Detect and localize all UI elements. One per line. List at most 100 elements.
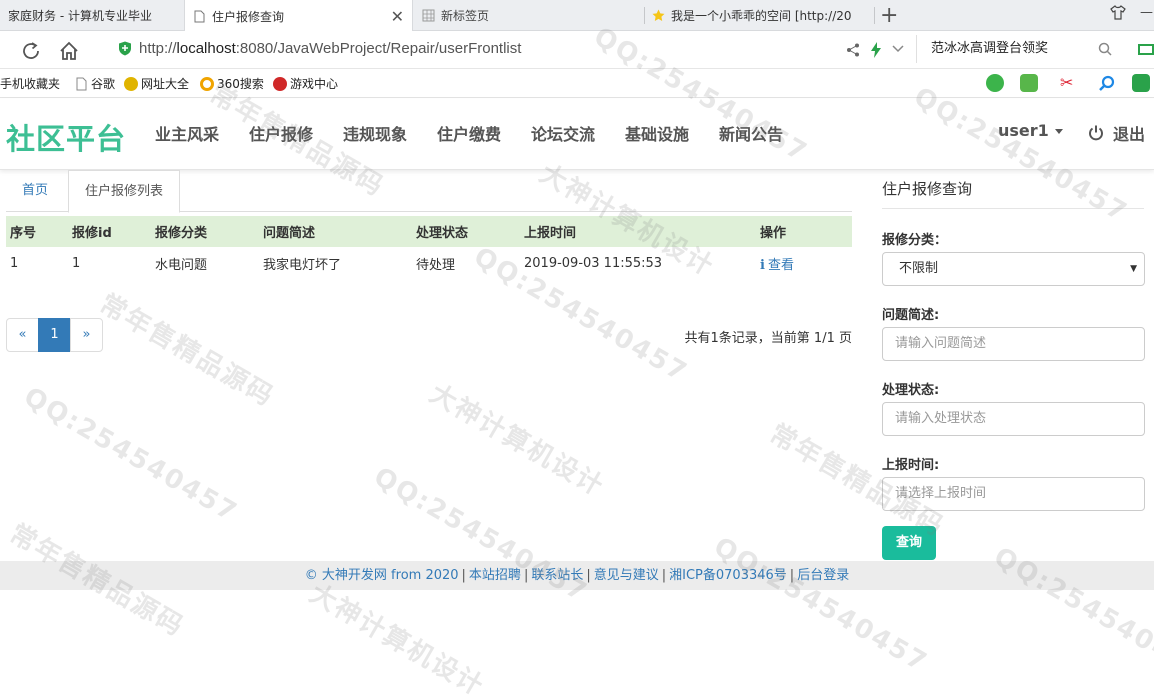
page-icon bbox=[194, 10, 205, 22]
select-arrow-icon: ▼ bbox=[1130, 264, 1137, 274]
watermark: 大神计算机设计 bbox=[424, 378, 610, 503]
nav-owners[interactable]: 业主风采 bbox=[155, 121, 219, 145]
reload-icon[interactable] bbox=[20, 40, 42, 62]
browser-tab-4[interactable]: 我是一个小乖乖的空间 [http://20 bbox=[644, 0, 874, 31]
info-icon: i bbox=[760, 258, 765, 273]
home-icon[interactable] bbox=[58, 40, 80, 62]
url-prefix: http:// bbox=[139, 40, 177, 57]
footer-link-admin[interactable]: 后台登录 bbox=[797, 568, 849, 583]
record-info: 共有1条记录，当前第 1/1 页 bbox=[684, 331, 852, 346]
nav-forum[interactable]: 论坛交流 bbox=[531, 121, 595, 145]
bookmark-label: 游戏中心 bbox=[290, 77, 339, 91]
tab-label: 家庭财务 - 计算机专业毕业 bbox=[8, 9, 152, 23]
caret-down-icon bbox=[1054, 129, 1063, 134]
browser-tab-strip: 家庭财务 - 计算机专业毕业 住户报修查询 ✕ 新标签页 我是一个小乖乖的空间 … bbox=[0, 0, 1154, 32]
col-time: 上报时间 bbox=[520, 216, 756, 247]
game-icon bbox=[273, 76, 287, 91]
footer-link-icp[interactable]: 湘ICP备0703346号 bbox=[669, 568, 787, 583]
tab-repair-list[interactable]: 住户报修列表 bbox=[68, 170, 181, 213]
prev-page-button[interactable]: « bbox=[6, 318, 39, 352]
url-path: :8080/JavaWebProject/Repair/userFrontlis… bbox=[235, 40, 522, 57]
content-tabs: 首页 住户报修列表 bbox=[6, 170, 852, 213]
footer-sep: | bbox=[523, 568, 529, 583]
bookmarks-bar: 手机收藏夹 谷歌 网址大全 360搜索 游戏中心 ✂ bbox=[0, 69, 1154, 98]
bookmark-google[interactable]: 谷歌 bbox=[74, 75, 115, 92]
nav-repair[interactable]: 住户报修 bbox=[249, 121, 313, 145]
nav-payments[interactable]: 住户缴费 bbox=[437, 121, 501, 145]
lightning-icon[interactable] bbox=[870, 42, 882, 58]
bookmark-360[interactable]: 360搜索 bbox=[200, 75, 264, 92]
query-button[interactable]: 查询 bbox=[882, 526, 936, 560]
table-header-row: 序号 报修id 报修分类 问题简述 处理状态 上报时间 操作 bbox=[6, 216, 852, 247]
bookmark-urls[interactable]: 网址大全 bbox=[124, 75, 189, 92]
footer-link-contact[interactable]: 联系站长 bbox=[531, 568, 583, 583]
browser-tab-3[interactable]: 新标签页 bbox=[414, 0, 644, 31]
footer: © 大神开发网 from 2020 | 本站招聘 | 联系站长 | 意见与建议 | 湘ICP备0… bbox=[0, 561, 1154, 590]
brand-logo[interactable]: 社区平台 bbox=[6, 116, 126, 158]
bookmark-mobile[interactable]: 手机收藏夹 bbox=[0, 75, 60, 92]
next-page-button[interactable]: » bbox=[70, 318, 103, 352]
tab-label: 我是一个小乖乖的空间 [http://20 bbox=[671, 9, 852, 23]
time-input[interactable]: 请选择上报时间 bbox=[882, 477, 1145, 511]
nav-facilities[interactable]: 基础设施 bbox=[625, 121, 689, 145]
view-link[interactable]: i 查看 bbox=[760, 258, 794, 273]
ext-green-icon[interactable] bbox=[986, 74, 1004, 92]
search-box[interactable]: 范冰冰高调登台领奖 bbox=[916, 35, 1126, 63]
col-action: 操作 bbox=[756, 216, 852, 247]
username: user1 bbox=[998, 121, 1049, 140]
tab-home[interactable]: 首页 bbox=[6, 170, 64, 212]
share-icon[interactable] bbox=[846, 43, 860, 57]
watermark: 常年售精品源码 bbox=[94, 288, 280, 413]
scissors-icon[interactable]: ✂ bbox=[1060, 74, 1078, 92]
cell-status: 待处理 bbox=[416, 258, 456, 273]
browser-tab-1[interactable]: 家庭财务 - 计算机专业毕业 bbox=[0, 0, 184, 31]
footer-link-feedback[interactable]: 意见与建议 bbox=[594, 568, 659, 583]
grid-icon bbox=[422, 9, 435, 22]
footer-link-jobs[interactable]: 本站招聘 bbox=[469, 568, 521, 583]
watermark: 大神计算机设计 bbox=[304, 578, 490, 700]
cell-action: i 查看 bbox=[756, 247, 852, 280]
search-icon[interactable] bbox=[1098, 42, 1112, 56]
address-bar: http://localhost:8080/JavaWebProject/Rep… bbox=[0, 31, 1154, 69]
summary-label: 问题简述: bbox=[882, 308, 940, 323]
nav-violations[interactable]: 违规现象 bbox=[343, 121, 407, 145]
nav-news[interactable]: 新闻公告 bbox=[719, 121, 783, 145]
close-tab-icon[interactable]: ✕ bbox=[391, 7, 404, 26]
secure-shield-icon bbox=[119, 41, 131, 56]
user-menu[interactable]: user1 bbox=[998, 121, 1063, 140]
footer-copyright[interactable]: © 大神开发网 from 2020 bbox=[305, 568, 459, 583]
new-tab-icon[interactable]: + bbox=[880, 3, 898, 28]
status-input[interactable]: 请输入处理状态 bbox=[882, 402, 1145, 436]
status-label: 处理状态: bbox=[882, 383, 940, 398]
magnifier-icon[interactable] bbox=[1098, 74, 1116, 92]
bookmark-games[interactable]: 游戏中心 bbox=[273, 75, 338, 92]
query-title: 住户报修查询 bbox=[882, 178, 1144, 209]
tab-label: 住户报修查询 bbox=[212, 9, 285, 24]
battery-icon bbox=[1138, 44, 1154, 55]
cell-summary: 我家电灯坏了 bbox=[263, 258, 342, 273]
search-text: 范冰冰高调登台领奖 bbox=[931, 41, 1049, 56]
col-index: 序号 bbox=[6, 216, 68, 247]
logout-label: 退出 bbox=[1113, 125, 1146, 144]
bookmark-label: 360搜索 bbox=[217, 77, 264, 91]
table-row: 1 1 水电问题 我家电灯坏了 待处理 2019-09-03 11:55:53 … bbox=[6, 247, 852, 280]
page-1-button[interactable]: 1 bbox=[38, 318, 71, 352]
category-select[interactable]: 不限制 ▼ bbox=[882, 252, 1145, 286]
cell-time: 2019-09-03 11:55:53 bbox=[524, 256, 663, 271]
tab-divider bbox=[874, 7, 875, 24]
col-id: 报修id bbox=[68, 216, 151, 247]
bookmark-label: 谷歌 bbox=[91, 77, 116, 91]
summary-input[interactable]: 请输入问题简述 bbox=[882, 327, 1145, 361]
logout-button[interactable]: 退出 bbox=[1088, 121, 1145, 145]
url-host: localhost bbox=[176, 40, 236, 57]
ext-android-icon[interactable] bbox=[1132, 74, 1150, 92]
site-navbar: 社区平台 业主风采 住户报修 违规现象 住户缴费 论坛交流 基础设施 新闻公告 … bbox=[0, 99, 1154, 170]
shirt-skin-icon[interactable] bbox=[1110, 5, 1126, 24]
col-summary: 问题简述 bbox=[259, 216, 412, 247]
url-text[interactable]: http://localhost:8080/JavaWebProject/Rep… bbox=[139, 40, 521, 57]
cell-index: 1 bbox=[10, 256, 19, 271]
minimize-icon[interactable]: — bbox=[1140, 5, 1153, 20]
browser-tab-active[interactable]: 住户报修查询 ✕ bbox=[184, 0, 413, 32]
ext-translate-icon[interactable] bbox=[1020, 74, 1038, 92]
chevron-down-icon[interactable] bbox=[892, 45, 904, 53]
